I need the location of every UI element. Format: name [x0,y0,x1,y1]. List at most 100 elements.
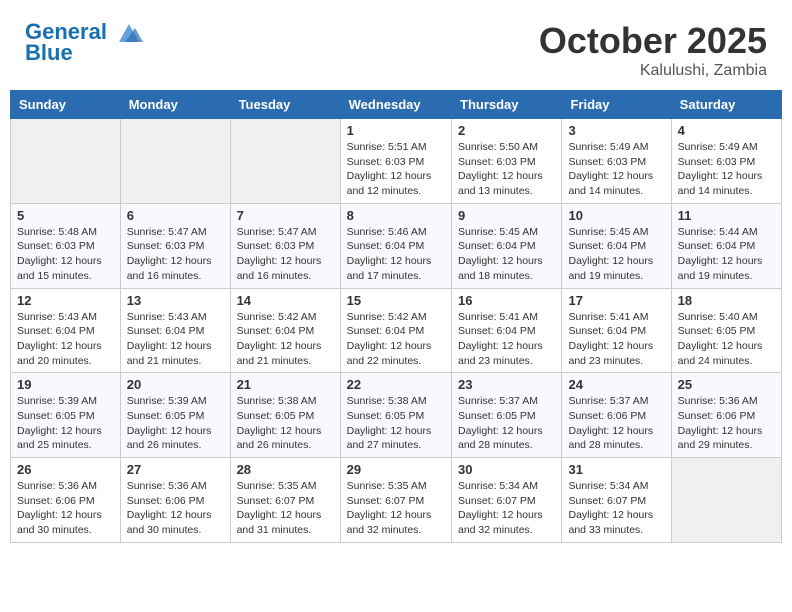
weekday-header-sunday: Sunday [11,91,121,119]
day-number: 10 [568,208,664,223]
day-number: 14 [237,293,334,308]
day-info: Sunrise: 5:42 AM Sunset: 6:04 PM Dayligh… [347,310,445,369]
day-info: Sunrise: 5:39 AM Sunset: 6:05 PM Dayligh… [127,394,224,453]
calendar-cell: 22 Sunrise: 5:38 AM Sunset: 6:05 PM Dayli… [340,373,451,458]
calendar-week-row: 5 Sunrise: 5:48 AM Sunset: 6:03 PM Daylig… [11,203,782,288]
calendar-cell: 6Sunrise: 5:47 AM Sunset: 6:03 PM Daylig… [120,203,230,288]
day-number: 5 [17,208,114,223]
day-number: 27 [127,462,224,477]
logo-icon [115,22,143,44]
page-header: General Blue October 2025 Kalulushi, Zam… [10,10,782,85]
day-number: 2 [458,123,555,138]
day-number: 17 [568,293,664,308]
calendar-cell: 25 Sunrise: 5:36 AM Sunset: 6:06 PM Dayli… [671,373,781,458]
weekday-header-friday: Friday [562,91,671,119]
calendar-cell: 28 Sunrise: 5:35 AM Sunset: 6:07 PM Dayli… [230,458,340,543]
day-number: 22 [347,377,445,392]
day-info: Sunrise: 5:45 AM Sunset: 6:04 PM Dayligh… [458,225,555,284]
day-info: Sunrise: 5:43 AM Sunset: 6:04 PM Dayligh… [17,310,114,369]
day-info: Sunrise: 5:39 AM Sunset: 6:05 PM Dayligh… [17,394,114,453]
day-number: 23 [458,377,555,392]
day-info: Sunrise: 5:40 AM Sunset: 6:05 PM Dayligh… [678,310,775,369]
day-info: Sunrise: 5:37 AM Sunset: 6:06 PM Dayligh… [568,394,664,453]
day-info: Sunrise: 5:47 AM Sunset: 6:03 PM Dayligh… [237,225,334,284]
calendar-cell: 14 Sunrise: 5:42 AM Sunset: 6:04 PM Dayli… [230,288,340,373]
calendar-header-row: SundayMondayTuesdayWednesdayThursdayFrid… [11,91,782,119]
day-info: Sunrise: 5:47 AM Sunset: 6:03 PM Dayligh… [127,225,224,284]
day-info: Sunrise: 5:49 AM Sunset: 6:03 PM Dayligh… [678,140,775,199]
day-number: 28 [237,462,334,477]
day-info: Sunrise: 5:45 AM Sunset: 6:04 PM Dayligh… [568,225,664,284]
calendar-cell: 10 Sunrise: 5:45 AM Sunset: 6:04 PM Dayli… [562,203,671,288]
calendar-cell: 5 Sunrise: 5:48 AM Sunset: 6:03 PM Daylig… [11,203,121,288]
calendar-week-row: 12 Sunrise: 5:43 AM Sunset: 6:04 PM Dayli… [11,288,782,373]
day-info: Sunrise: 5:38 AM Sunset: 6:05 PM Dayligh… [237,394,334,453]
calendar-cell: 11 Sunrise: 5:44 AM Sunset: 6:04 PM Dayli… [671,203,781,288]
calendar-cell [671,458,781,543]
day-info: Sunrise: 5:44 AM Sunset: 6:04 PM Dayligh… [678,225,775,284]
calendar-table: SundayMondayTuesdayWednesdayThursdayFrid… [10,90,782,543]
day-number: 3 [568,123,664,138]
calendar-cell: 18 Sunrise: 5:40 AM Sunset: 6:05 PM Dayli… [671,288,781,373]
day-info: Sunrise: 5:36 AM Sunset: 6:06 PM Dayligh… [678,394,775,453]
day-number: 31 [568,462,664,477]
day-info: Sunrise: 5:42 AM Sunset: 6:04 PM Dayligh… [237,310,334,369]
day-number: 4 [678,123,775,138]
day-info: Sunrise: 5:36 AM Sunset: 6:06 PM Dayligh… [17,479,114,538]
day-number: 25 [678,377,775,392]
day-info: Sunrise: 5:35 AM Sunset: 6:07 PM Dayligh… [237,479,334,538]
calendar-cell: 4 Sunrise: 5:49 AM Sunset: 6:03 PM Daylig… [671,119,781,204]
weekday-header-tuesday: Tuesday [230,91,340,119]
calendar-cell: 29 Sunrise: 5:35 AM Sunset: 6:07 PM Dayli… [340,458,451,543]
month-title: October 2025 Kalulushi, Zambia [539,20,767,80]
calendar-cell: 3Sunrise: 5:49 AM Sunset: 6:03 PM Daylig… [562,119,671,204]
calendar-cell: 26 Sunrise: 5:36 AM Sunset: 6:06 PM Dayli… [11,458,121,543]
calendar-week-row: 1Sunrise: 5:51 AM Sunset: 6:03 PM Daylig… [11,119,782,204]
day-number: 29 [347,462,445,477]
logo: General Blue [25,20,143,66]
calendar-cell: 9 Sunrise: 5:45 AM Sunset: 6:04 PM Daylig… [452,203,562,288]
day-info: Sunrise: 5:34 AM Sunset: 6:07 PM Dayligh… [568,479,664,538]
day-info: Sunrise: 5:41 AM Sunset: 6:04 PM Dayligh… [568,310,664,369]
day-info: Sunrise: 5:38 AM Sunset: 6:05 PM Dayligh… [347,394,445,453]
calendar-cell [11,119,121,204]
calendar-cell: 7Sunrise: 5:47 AM Sunset: 6:03 PM Daylig… [230,203,340,288]
calendar-cell [120,119,230,204]
day-info: Sunrise: 5:48 AM Sunset: 6:03 PM Dayligh… [17,225,114,284]
calendar-cell: 19Sunrise: 5:39 AM Sunset: 6:05 PM Dayli… [11,373,121,458]
calendar-cell: 24Sunrise: 5:37 AM Sunset: 6:06 PM Dayli… [562,373,671,458]
day-info: Sunrise: 5:35 AM Sunset: 6:07 PM Dayligh… [347,479,445,538]
weekday-header-wednesday: Wednesday [340,91,451,119]
day-number: 13 [127,293,224,308]
calendar-cell: 12 Sunrise: 5:43 AM Sunset: 6:04 PM Dayli… [11,288,121,373]
day-info: Sunrise: 5:51 AM Sunset: 6:03 PM Dayligh… [347,140,445,199]
day-number: 26 [17,462,114,477]
weekday-header-saturday: Saturday [671,91,781,119]
day-info: Sunrise: 5:41 AM Sunset: 6:04 PM Dayligh… [458,310,555,369]
day-number: 8 [347,208,445,223]
day-info: Sunrise: 5:43 AM Sunset: 6:04 PM Dayligh… [127,310,224,369]
calendar-cell: 13 Sunrise: 5:43 AM Sunset: 6:04 PM Dayli… [120,288,230,373]
day-info: Sunrise: 5:34 AM Sunset: 6:07 PM Dayligh… [458,479,555,538]
calendar-cell: 23 Sunrise: 5:37 AM Sunset: 6:05 PM Dayli… [452,373,562,458]
day-number: 11 [678,208,775,223]
calendar-cell: 1Sunrise: 5:51 AM Sunset: 6:03 PM Daylig… [340,119,451,204]
calendar-week-row: 26 Sunrise: 5:36 AM Sunset: 6:06 PM Dayli… [11,458,782,543]
calendar-cell: 21Sunrise: 5:38 AM Sunset: 6:05 PM Dayli… [230,373,340,458]
calendar-cell: 15Sunrise: 5:42 AM Sunset: 6:04 PM Dayli… [340,288,451,373]
calendar-cell: 8Sunrise: 5:46 AM Sunset: 6:04 PM Daylig… [340,203,451,288]
day-number: 18 [678,293,775,308]
day-number: 9 [458,208,555,223]
calendar-week-row: 19Sunrise: 5:39 AM Sunset: 6:05 PM Dayli… [11,373,782,458]
day-number: 16 [458,293,555,308]
month-year: October 2025 [539,20,767,62]
calendar-cell: 2Sunrise: 5:50 AM Sunset: 6:03 PM Daylig… [452,119,562,204]
calendar-cell: 31 Sunrise: 5:34 AM Sunset: 6:07 PM Dayli… [562,458,671,543]
day-number: 12 [17,293,114,308]
day-info: Sunrise: 5:36 AM Sunset: 6:06 PM Dayligh… [127,479,224,538]
day-number: 30 [458,462,555,477]
day-info: Sunrise: 5:37 AM Sunset: 6:05 PM Dayligh… [458,394,555,453]
calendar-cell: 20Sunrise: 5:39 AM Sunset: 6:05 PM Dayli… [120,373,230,458]
calendar-cell: 16 Sunrise: 5:41 AM Sunset: 6:04 PM Dayli… [452,288,562,373]
weekday-header-monday: Monday [120,91,230,119]
